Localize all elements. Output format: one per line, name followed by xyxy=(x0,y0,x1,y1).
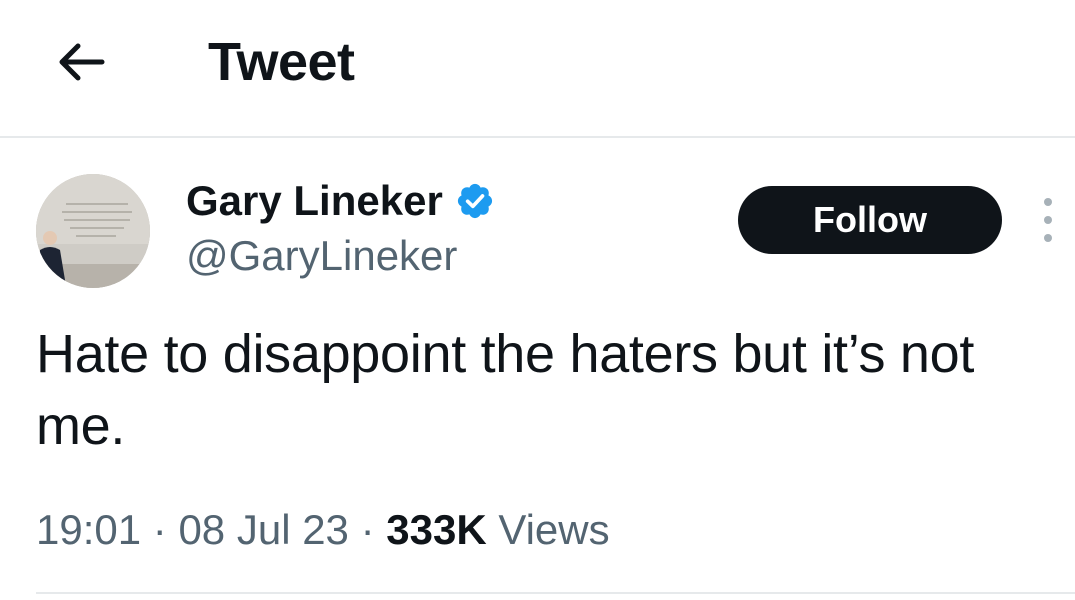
verified-badge-icon xyxy=(457,183,492,219)
author-handle[interactable]: @GaryLineker xyxy=(186,230,457,282)
views-label: Views xyxy=(498,506,610,553)
vertical-ellipsis-icon xyxy=(1044,198,1052,206)
meta-separator: · xyxy=(360,506,375,553)
meta-separator: · xyxy=(152,506,167,553)
back-button[interactable] xyxy=(50,34,110,90)
divider xyxy=(36,592,1075,594)
tweet-text: Hate to disappoint the haters but it’s n… xyxy=(36,324,975,456)
avatar-photo xyxy=(36,174,150,288)
arrow-left-icon xyxy=(59,43,105,81)
follow-button[interactable]: Follow xyxy=(738,186,1002,254)
tweet-date[interactable]: 08 Jul 23 xyxy=(178,506,348,553)
tweet-meta: 19:01 · 08 Jul 23 · 333K Views xyxy=(36,502,610,558)
author-name-row[interactable]: Gary Lineker xyxy=(186,176,495,226)
page-title: Tweet xyxy=(208,32,355,92)
more-options-button[interactable] xyxy=(1036,198,1060,242)
tweet-time[interactable]: 19:01 xyxy=(36,506,141,553)
ellipsis-dot xyxy=(1044,234,1052,242)
author-name: Gary Lineker xyxy=(186,177,443,224)
views-count: 333K xyxy=(386,506,487,553)
avatar[interactable] xyxy=(36,174,150,288)
ellipsis-dot xyxy=(1044,216,1052,224)
top-bar: Tweet xyxy=(0,0,1075,138)
